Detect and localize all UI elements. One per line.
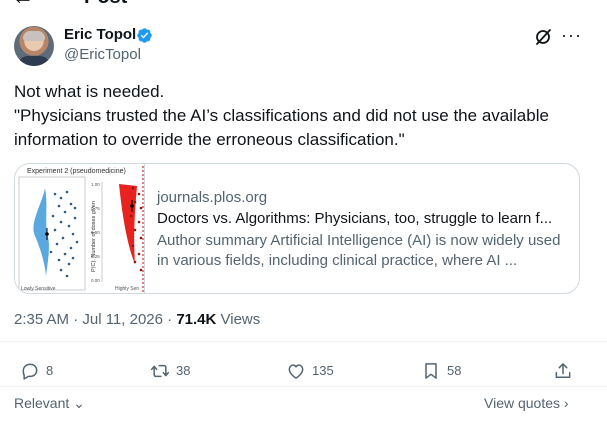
reply-button[interactable]: 8 xyxy=(20,360,53,382)
more-icon[interactable]: ··· xyxy=(561,26,581,48)
heart-icon xyxy=(288,364,304,379)
arrow-left-icon[interactable]: ← xyxy=(12,0,34,8)
thumbnail-x-left-label: Lowly Sensitive xyxy=(21,286,56,292)
link-preview-card[interactable]: Experiment 2 (pseudomedicine) Lowly Sens… xyxy=(14,163,580,294)
repost-button[interactable]: 38 xyxy=(150,360,190,382)
thumbnail-y-label: P(C): Number of doses given xyxy=(91,201,97,272)
thumbnail-y-tick: 0.00 xyxy=(91,278,100,283)
top-bar: ← Post xyxy=(0,0,607,8)
card-domain: journals.plos.org xyxy=(157,189,268,206)
tweet-line-2: "Physicians trusted the AI’s classificat… xyxy=(14,106,549,149)
sort-dropdown[interactable]: Relevant ⌄ xyxy=(14,394,85,412)
thumbnail-y-tick: 0.75 xyxy=(91,206,100,211)
grok-icon[interactable] xyxy=(533,27,553,47)
view-quotes-label: View quotes xyxy=(484,395,561,411)
card-description: Author summary Artificial Intelligence (… xyxy=(157,232,561,269)
thumbnail-y-tick: 1.00 xyxy=(91,182,100,187)
chevron-down-icon: ⌄ xyxy=(69,395,85,411)
avatar[interactable] xyxy=(14,26,54,66)
divider xyxy=(0,386,607,387)
chevron-right-icon: › xyxy=(560,395,569,411)
reply-count: 8 xyxy=(46,363,54,378)
thumbnail-heading: Experiment 2 (pseudomedicine) xyxy=(27,168,126,175)
timestamp[interactable]: 2:35 AM · Jul 11, 2026 · xyxy=(14,311,176,328)
bookmark-count: 58 xyxy=(447,363,462,378)
thumbnail-figure: Experiment 2 (pseudomedicine) Lowly Sens… xyxy=(18,166,144,293)
thumbnail-x-right-label: Highly Sen xyxy=(115,286,139,292)
card-thumbnail: Experiment 2 (pseudomedicine) Lowly Sens… xyxy=(15,164,145,293)
tweet-text: Not what is needed. "Physicians trusted … xyxy=(14,80,594,152)
verified-badge-icon xyxy=(137,28,152,43)
repost-count: 38 xyxy=(176,363,191,378)
author-name[interactable]: Eric Topol xyxy=(64,26,136,44)
card-title: Doctors vs. Algorithms: Physicians, too,… xyxy=(157,210,553,227)
divider xyxy=(0,341,607,342)
thumbnail-y-tick: 0.50 xyxy=(91,230,100,235)
bookmark-button[interactable]: 58 xyxy=(421,360,461,382)
like-count: 135 xyxy=(312,363,334,378)
tweet-meta: 2:35 AM · Jul 11, 2026 · 71.4K Views xyxy=(14,310,260,330)
like-button[interactable]: 135 xyxy=(286,360,334,382)
repost-icon xyxy=(150,364,170,378)
page-title: Post xyxy=(84,0,127,8)
sort-label: Relevant xyxy=(14,395,70,411)
reply-icon xyxy=(22,363,38,380)
views-count: 71.4K xyxy=(176,311,217,328)
share-icon xyxy=(555,363,571,378)
views-label: Views xyxy=(216,311,261,328)
view-quotes-link[interactable]: View quotes › xyxy=(484,394,569,412)
tweet-line-1: Not what is needed. xyxy=(14,82,165,101)
bookmark-icon xyxy=(425,363,437,379)
share-button[interactable] xyxy=(553,360,573,382)
author-handle[interactable]: @EricTopol xyxy=(64,46,141,64)
thumbnail-y-tick: 0.25 xyxy=(91,254,100,259)
